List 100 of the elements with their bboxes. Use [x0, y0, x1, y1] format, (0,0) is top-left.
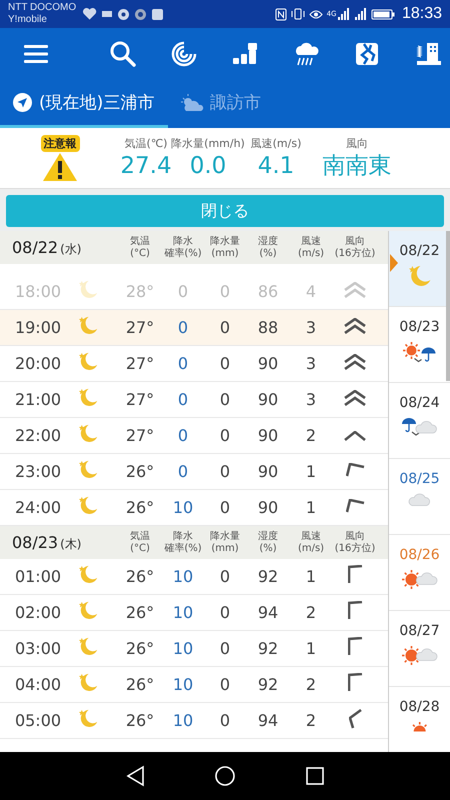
umbrella-cloud-icon — [401, 417, 438, 436]
moon-icon — [78, 565, 98, 584]
column-header: (mm) — [211, 248, 239, 260]
time-cell: 21:00 — [14, 390, 62, 409]
amount-cell: 0 — [220, 354, 230, 373]
clock: 18:33 — [402, 5, 442, 23]
amount-cell: 0 — [220, 426, 230, 445]
column-header: (m/s) — [298, 248, 324, 260]
day-date: 08/26 — [399, 547, 440, 563]
hour-row[interactable]: 04:00 26° 10 0 92 2 — [0, 667, 388, 703]
probability-cell: 10 — [172, 639, 194, 658]
moon-icon — [78, 601, 98, 620]
wind-speed-cell: 3 — [306, 318, 316, 337]
column-header: (mm) — [211, 542, 239, 554]
wind-speed-cell: 1 — [306, 639, 316, 658]
hour-row[interactable]: 19:00 27° 0 0 88 3 — [0, 310, 388, 346]
wind-speed-cell: 1 — [306, 462, 316, 481]
column-header: 風向 — [345, 236, 365, 248]
hour-row[interactable]: 02:00 26° 10 0 94 2 — [0, 595, 388, 631]
column-header: 確率(%) — [164, 248, 202, 260]
wind-arrow-icon — [344, 282, 366, 298]
time-cell: 18:00 — [14, 282, 62, 301]
location-tab[interactable]: (現在地)三浦市 — [0, 80, 168, 128]
carrier-name: Y!mobile — [8, 14, 48, 26]
day-item[interactable]: 08/24 — [389, 383, 450, 459]
humidity-cell: 90 — [258, 354, 278, 373]
amount-cell: 0 — [220, 675, 230, 694]
amount-cell: 0 — [220, 282, 230, 301]
probability-cell: 10 — [172, 567, 194, 586]
hour-row[interactable]: 22:00 27° 0 0 90 2 — [0, 418, 388, 454]
temperature-cell: 26° — [126, 711, 154, 730]
wind-arrow-icon — [344, 390, 366, 406]
moon-icon — [78, 496, 98, 515]
hour-row[interactable]: 03:00 26° 10 0 92 1 — [0, 631, 388, 667]
wind-speed-cell: 3 — [306, 390, 316, 409]
time-cell: 02:00 — [14, 603, 62, 622]
time-cell: 22:00 — [14, 426, 62, 445]
reading-value: 27.4 — [120, 152, 172, 180]
probability-cell: 0 — [178, 390, 188, 409]
moon-icon — [78, 388, 98, 407]
sun-cloud-icon — [401, 569, 438, 590]
probability-cell: 10 — [172, 711, 194, 730]
signal-icon — [354, 7, 368, 21]
alert-badge: 注意報 — [40, 134, 80, 152]
humidity-cell: 86 — [258, 282, 278, 301]
probability-cell: 0 — [178, 462, 188, 481]
day-item[interactable]: 08/27 — [389, 611, 450, 687]
carrier-name: NTT DOCOMO — [8, 2, 76, 14]
humidity-cell: 94 — [258, 711, 278, 730]
time-cell: 05:00 — [14, 711, 62, 730]
date-label: 08/22 — [12, 238, 58, 256]
time-cell: 01:00 — [14, 567, 62, 586]
hour-row[interactable]: 20:00 27° 0 0 90 3 — [0, 346, 388, 382]
temperature-cell: 27° — [126, 390, 154, 409]
weekday-label: (木) — [60, 536, 82, 552]
column-header: (%) — [259, 542, 277, 554]
day-date: 08/28 — [399, 699, 440, 715]
reading-label: 風向 — [346, 136, 368, 150]
humidity-cell: 90 — [258, 462, 278, 481]
hour-row[interactable]: 23:00 26° 0 0 90 1 — [0, 454, 388, 490]
vibrate-icon — [290, 8, 305, 20]
temperature-cell: 26° — [126, 567, 154, 586]
probability-cell: 10 — [172, 675, 194, 694]
amount-cell: 0 — [220, 390, 230, 409]
column-header: 湿度 — [258, 236, 278, 248]
day-date: 08/23 — [399, 319, 440, 335]
moon-icon — [408, 265, 432, 287]
warning-icon — [42, 152, 78, 182]
reading-value: 0.0 — [190, 152, 226, 180]
column-header: 降水量 — [210, 530, 240, 542]
day-item[interactable]: 08/25 — [389, 459, 450, 535]
time-cell: 20:00 — [14, 354, 62, 373]
amount-cell: 0 — [220, 318, 230, 337]
wind-arrow-icon — [344, 354, 366, 370]
moon-icon — [78, 316, 98, 335]
sun-icon — [412, 721, 428, 732]
app-icon — [151, 8, 164, 20]
wind-speed-cell: 2 — [306, 426, 316, 445]
column-header: (°C) — [130, 542, 150, 554]
hour-row[interactable]: 05:00 26° 10 0 94 2 — [0, 703, 388, 739]
sun-umbrella-icon — [402, 341, 437, 362]
column-header: 降水 — [173, 236, 193, 248]
wind-speed-cell: 2 — [306, 675, 316, 694]
probability-cell: 10 — [172, 603, 194, 622]
time-cell: 03:00 — [14, 639, 62, 658]
day-date: 08/24 — [399, 395, 440, 411]
date-label: 08/23 — [12, 532, 58, 552]
column-header: 気温 — [130, 236, 150, 248]
hour-row[interactable]: 21:00 27° 0 0 90 3 — [0, 382, 388, 418]
humidity-cell: 94 — [258, 603, 278, 622]
column-header: (16方位) — [334, 542, 376, 554]
day-date: 08/22 — [399, 243, 440, 259]
temperature-cell: 27° — [126, 318, 154, 337]
humidity-cell: 92 — [258, 639, 278, 658]
probability-cell: 10 — [172, 498, 194, 517]
hour-row[interactable]: 01:00 26° 10 0 92 1 — [0, 559, 388, 595]
reading-value: 4.1 — [258, 152, 294, 180]
amount-cell: 0 — [220, 711, 230, 730]
day-date: 08/27 — [399, 623, 440, 639]
signal-icon — [337, 7, 350, 21]
